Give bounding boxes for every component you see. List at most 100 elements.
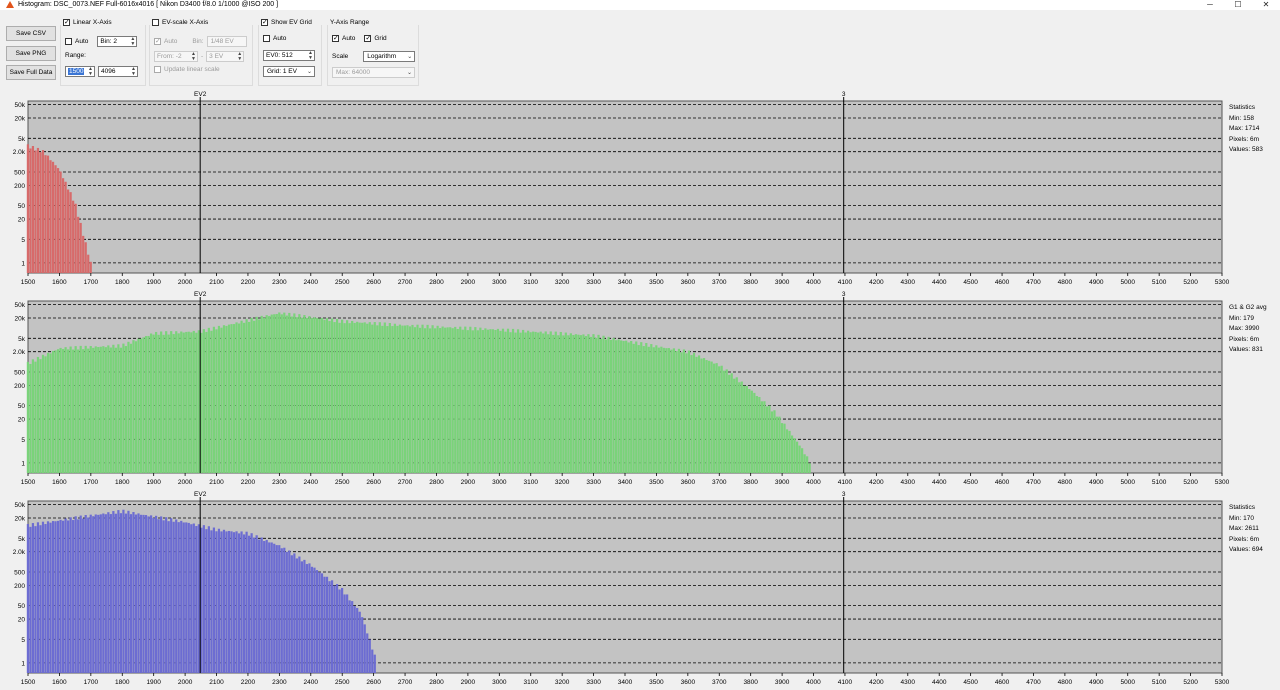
histogram-bar: [793, 438, 796, 473]
maximize-button[interactable]: ☐: [1224, 0, 1252, 10]
histogram-bar: [451, 328, 454, 473]
histogram-bar: [263, 541, 266, 673]
histogram-bar: [41, 150, 45, 273]
histogram-bar: [99, 514, 102, 673]
histogram-bar: [675, 351, 678, 473]
linear-bin-stepper[interactable]: Bin: 2 ▲ ▼: [97, 36, 138, 47]
minimize-button[interactable]: ─: [1196, 0, 1224, 10]
histogram-bar: [788, 430, 791, 473]
histogram-bar: [544, 331, 547, 473]
x-tick-label: 3000: [492, 479, 507, 486]
show-ev-grid-checkbox[interactable]: [261, 18, 268, 27]
histogram-bar: [778, 416, 781, 473]
x-tick-label: 4800: [1058, 479, 1073, 486]
linear-x-axis-checkbox[interactable]: [63, 18, 70, 27]
histogram-bar: [718, 366, 721, 473]
histogram-bar: [521, 329, 525, 473]
ev-scale-checkbox[interactable]: [152, 19, 159, 26]
stepper-arrows-icon[interactable]: ▲ ▼: [191, 52, 196, 62]
histogram-bar: [461, 329, 464, 473]
stats-values: Values: 694: [1229, 546, 1263, 553]
save-png-button[interactable]: Save PNG: [6, 46, 56, 61]
update-linear-scale-checkbox[interactable]: [154, 66, 161, 73]
y-auto-checkbox[interactable]: [332, 34, 339, 43]
histogram-bar: [177, 522, 180, 673]
stepper-arrows-icon[interactable]: ▲ ▼: [130, 37, 135, 47]
histogram-bar: [72, 349, 75, 473]
scale-select[interactable]: Logarithm ⌄: [363, 51, 416, 62]
histogram-bar: [74, 516, 77, 673]
histogram-bar: [795, 441, 799, 473]
histogram-bar: [303, 314, 306, 473]
close-button[interactable]: ✕: [1252, 0, 1280, 10]
histogram-bar: [260, 315, 263, 473]
histogram-bar: [635, 341, 638, 473]
range-to-stepper[interactable]: 4096 ▲ ▼: [98, 66, 138, 77]
histogram-bar: [328, 581, 331, 673]
histogram-bar: [346, 320, 349, 473]
histogram-bar: [102, 346, 105, 473]
ev-grid-auto-checkbox[interactable]: [263, 35, 270, 42]
linear-x-axis-group: Linear X-Axis Auto Bin: 2 ▲▼ Range: 1500…: [60, 10, 146, 88]
max-select[interactable]: Max: 64000 ⌄: [332, 67, 415, 78]
histogram-bar: [195, 526, 198, 673]
histogram-bar: [305, 317, 309, 473]
x-tick-label: 3200: [555, 679, 570, 686]
y-tick-label: 20: [18, 417, 26, 424]
histogram-bar: [333, 322, 336, 473]
histogram-bar: [406, 325, 409, 473]
histogram-bar: [300, 561, 303, 673]
x-tick-label: 3500: [649, 479, 664, 486]
histogram-bar: [733, 378, 736, 473]
x-tick-label: 3600: [681, 279, 696, 286]
x-tick-label: 3400: [618, 479, 633, 486]
histogram-bar: [612, 338, 615, 473]
histogram-bar: [102, 513, 105, 673]
histogram-bar: [685, 353, 688, 473]
histogram-bar: [539, 331, 542, 473]
histogram-bar: [371, 324, 374, 473]
histogram-bar: [82, 518, 85, 673]
ev-auto-checkbox[interactable]: [154, 37, 161, 46]
x-tick-label: 5000: [1121, 679, 1136, 686]
stepper-arrows-icon[interactable]: ▲ ▼: [308, 51, 313, 61]
ev-bin-field[interactable]: 1/48 EV: [206, 36, 247, 47]
histogram-bar: [351, 601, 354, 673]
histogram-bar: [64, 347, 67, 473]
save-full-data-button[interactable]: Save Full Data: [6, 65, 56, 80]
histogram-bar: [222, 529, 226, 673]
histogram-bar: [768, 405, 771, 473]
range-from-stepper[interactable]: 1500 ▲ ▼: [65, 66, 95, 77]
histogram-bar: [338, 322, 341, 473]
histogram-bar: [549, 331, 552, 473]
histogram-bar: [29, 526, 32, 673]
x-tick-label: 4900: [1089, 679, 1104, 686]
stepper-arrows-icon[interactable]: ▲ ▼: [131, 67, 136, 77]
stats-pixels: Pixels: 6m: [1229, 335, 1259, 343]
ev-to-stepper[interactable]: 3 EV ▲ ▼: [206, 51, 245, 62]
histogram-bar: [97, 514, 100, 673]
histogram-bar: [232, 532, 236, 673]
ev-from-stepper[interactable]: From: -2 ▲ ▼: [154, 51, 198, 62]
histogram-bar: [735, 377, 738, 473]
histogram-bar: [197, 330, 200, 473]
histogram-bar: [303, 559, 306, 673]
histogram-bar: [165, 517, 168, 673]
x-tick-label: 4200: [869, 279, 884, 286]
y-grid-checkbox[interactable]: [364, 34, 372, 43]
ev0-stepper[interactable]: EV0: 512 ▲ ▼: [263, 50, 315, 61]
histogram-bar: [207, 327, 210, 473]
histogram-bar: [426, 324, 429, 473]
histogram-bar: [237, 533, 241, 673]
stats-title: Statistics: [1229, 104, 1256, 111]
histogram-bar: [139, 338, 143, 473]
stepper-arrows-icon[interactable]: ▲ ▼: [237, 52, 242, 62]
histogram-bar: [740, 381, 743, 473]
histogram-bar: [107, 345, 110, 473]
save-csv-button[interactable]: Save CSV: [6, 26, 56, 41]
stepper-arrows-icon[interactable]: ▲ ▼: [88, 67, 93, 77]
grid-select[interactable]: Grid: 1 EV ⌄: [263, 66, 315, 77]
linear-auto-checkbox[interactable]: [65, 38, 72, 45]
histogram-bar: [227, 530, 231, 673]
histogram-bar: [49, 353, 52, 473]
